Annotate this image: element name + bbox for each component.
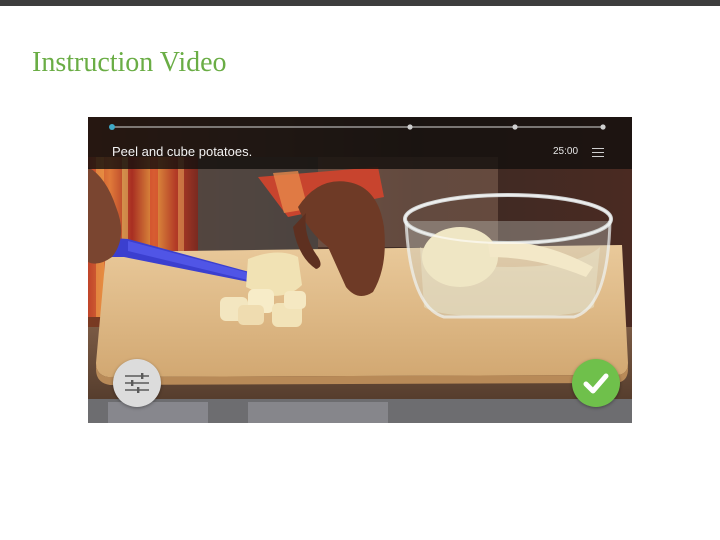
video-player[interactable]: Peel and cube potatoes. 25:00 [88,117,632,423]
step-timeline[interactable] [88,117,632,137]
sliders-icon [125,373,149,393]
step-instruction: Peel and cube potatoes. [112,144,253,159]
done-button[interactable] [572,359,620,407]
step-marker-end[interactable] [600,124,606,130]
menu-icon[interactable] [592,148,604,157]
step-marker-current[interactable] [109,124,115,130]
settings-button[interactable] [113,359,161,407]
checkmark-icon [583,373,609,394]
duration-label: 25:00 [553,146,579,157]
page-title: Instruction Video [32,47,227,78]
step-marker[interactable] [407,124,413,130]
top-bar [0,0,720,6]
step-marker[interactable] [512,124,518,130]
